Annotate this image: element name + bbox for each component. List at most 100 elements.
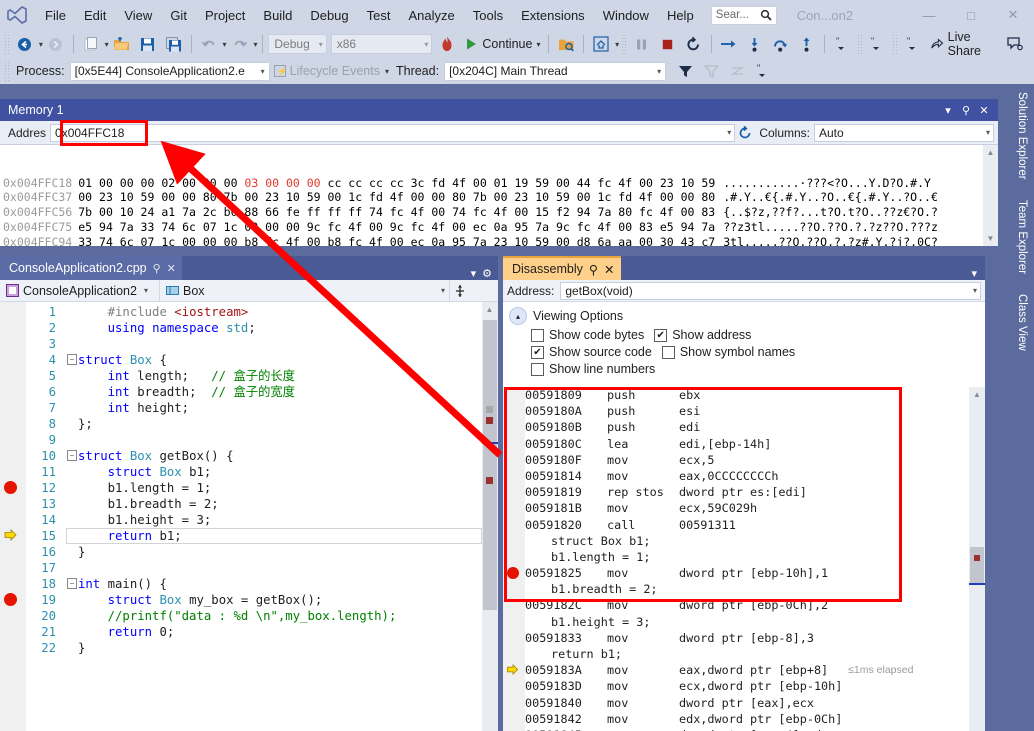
toolbar-grip[interactable] bbox=[621, 34, 627, 54]
memory-columns-dropdown[interactable]: Auto ▾ bbox=[814, 123, 994, 142]
disassembly-source-row[interactable]: b1.breadth = 2; bbox=[525, 581, 969, 597]
code-line[interactable]: 6 int breadth; // 盒子的宽度 bbox=[26, 384, 482, 400]
menu-project[interactable]: Project bbox=[196, 4, 254, 27]
disassembly-tab[interactable]: Disassembly ⚲ ✕ bbox=[503, 256, 621, 280]
memory-row[interactable]: 0x004FFC18 01 00 00 00 02 00 00 00 03 00 … bbox=[3, 176, 998, 191]
save-all-icon[interactable] bbox=[161, 33, 187, 55]
disassembly-instruction-row[interactable]: 00591833 mov dword ptr [ebp-8],3 bbox=[525, 630, 969, 646]
diagnostic-dropdown-icon[interactable]: ▾ bbox=[615, 40, 619, 49]
rail-tab-team-explorer[interactable]: Team Explorer bbox=[1012, 191, 1032, 282]
save-icon[interactable] bbox=[135, 33, 161, 55]
fold-toggle-icon[interactable]: − bbox=[66, 576, 78, 592]
stop-debugging-icon[interactable] bbox=[655, 33, 681, 55]
disassembly-source-row[interactable]: return b1; bbox=[525, 646, 969, 662]
clear-funnel-icon[interactable] bbox=[698, 60, 724, 82]
thread-dropdown[interactable]: [0x204C] Main Thread ▾ bbox=[444, 61, 667, 81]
editor-project-dropdown[interactable]: ConsoleApplication2 ▾ bbox=[0, 279, 160, 302]
no-filter-icon[interactable] bbox=[724, 60, 750, 82]
scroll-up-icon[interactable]: ▲ bbox=[969, 387, 985, 402]
editor-tab-consoleapplication2-cpp[interactable]: ConsoleApplication2.cpp ⚲ ✕ bbox=[0, 256, 182, 280]
scroll-down-icon[interactable]: ▼ bbox=[983, 231, 998, 246]
breakpoint-glyph[interactable] bbox=[4, 593, 17, 606]
disassembly-instruction-row[interactable]: 00591845movdword ptr [eax+4],edx bbox=[525, 727, 969, 731]
menu-file[interactable]: File bbox=[36, 4, 75, 27]
search-input[interactable]: Sear... bbox=[710, 5, 777, 25]
editor-breakpoint-gutter[interactable] bbox=[0, 302, 26, 731]
more-debug-options-icon[interactable]: " bbox=[750, 60, 776, 82]
close-icon[interactable]: ✕ bbox=[167, 262, 176, 275]
disassembly-address-input[interactable]: getBox(void) ▾ bbox=[560, 281, 981, 300]
code-line[interactable]: 16} bbox=[26, 544, 482, 560]
step-into-icon[interactable] bbox=[742, 33, 768, 55]
disassembly-instruction-row[interactable]: 00591809 push ebx bbox=[525, 387, 969, 403]
continue-button[interactable]: Continue ▾ bbox=[460, 33, 544, 55]
menu-tools[interactable]: Tools bbox=[464, 4, 512, 27]
minimize-button[interactable]: — bbox=[908, 0, 950, 30]
disassembly-gutter[interactable] bbox=[503, 387, 525, 731]
navigate-back-icon[interactable] bbox=[12, 33, 38, 55]
lifecycle-events-dropdown[interactable]: ⚡ Lifecycle Events ▾ bbox=[270, 64, 393, 78]
pin-icon[interactable]: ⚲ bbox=[958, 101, 974, 119]
break-all-icon[interactable] bbox=[629, 33, 655, 55]
viewing-options-header[interactable]: ▴ Viewing Options bbox=[503, 307, 985, 325]
toolbar-grip[interactable] bbox=[856, 34, 863, 54]
disassembly-instruction-row[interactable]: 0059180A push esi bbox=[525, 403, 969, 419]
disassembly-instruction-row[interactable]: 0059181B mov ecx,59C029h bbox=[525, 500, 969, 516]
code-line[interactable]: 7 int height; bbox=[26, 400, 482, 416]
code-line[interactable]: 3 bbox=[26, 336, 482, 352]
continue-dropdown-icon[interactable]: ▾ bbox=[536, 40, 540, 49]
restart-icon[interactable] bbox=[681, 33, 707, 55]
fold-toggle-icon[interactable]: − bbox=[66, 448, 78, 464]
code-line[interactable]: 21 return 0; bbox=[26, 624, 482, 640]
menu-view[interactable]: View bbox=[115, 4, 161, 27]
attach-to-process-icon[interactable] bbox=[553, 33, 579, 55]
redo-dropdown-icon[interactable]: ▾ bbox=[254, 40, 258, 49]
open-file-icon[interactable] bbox=[109, 33, 135, 55]
code-line[interactable]: 14 b1.height = 3; bbox=[26, 512, 482, 528]
code-line[interactable]: 9 bbox=[26, 432, 482, 448]
memory-window-dropdown-icon[interactable]: ▾ bbox=[940, 101, 956, 119]
disassembly-instruction-row[interactable]: 0059182C mov dword ptr [ebp-0Ch],2 bbox=[525, 597, 969, 613]
disassembly-instruction-row[interactable]: 0059180F mov ecx,5 bbox=[525, 452, 969, 468]
memory-content[interactable]: 0x004FFC18 01 00 00 00 02 00 00 00 03 00 … bbox=[0, 145, 998, 246]
breakpoint-glyph[interactable] bbox=[4, 481, 17, 494]
split-view-icon[interactable] bbox=[450, 284, 470, 298]
disassembly-content[interactable]: 00591809 push ebx 0059180A push esi 0059180B pu… bbox=[503, 387, 985, 731]
disassembly-instruction-row[interactable]: 00591842 mov edx,dword ptr [ebp-0Ch] bbox=[525, 711, 969, 727]
disassembly-instruction-row[interactable]: 00591825 mov dword ptr [ebp-10h],1 bbox=[525, 565, 969, 581]
checkbox-show-address[interactable]: ✔ bbox=[654, 328, 668, 342]
menu-test[interactable]: Test bbox=[358, 4, 400, 27]
menu-help[interactable]: Help bbox=[658, 4, 703, 27]
disassembly-instruction-row[interactable]: 00591819 rep stos dword ptr es:[edi] bbox=[525, 484, 969, 500]
editor-member-dropdown[interactable]: Box ▾ bbox=[160, 279, 450, 302]
editor-vertical-scrollbar[interactable]: ▲ bbox=[482, 302, 498, 731]
toolbar-grip[interactable] bbox=[4, 61, 11, 81]
code-line[interactable]: 10− struct Box getBox() { bbox=[26, 448, 482, 464]
option-show-code-bytes[interactable]: Show code bytes bbox=[531, 328, 644, 342]
toolbar-grip[interactable] bbox=[892, 34, 899, 54]
step-out-icon[interactable] bbox=[794, 33, 820, 55]
pin-icon[interactable]: ⚲ bbox=[153, 262, 161, 275]
close-button[interactable]: ✕ bbox=[992, 0, 1034, 30]
code-line[interactable]: 12 b1.length = 1; bbox=[26, 480, 482, 496]
disassembly-instruction-row[interactable]: 0059180C lea edi,[ebp-14h] bbox=[525, 436, 969, 452]
live-share-button[interactable]: Live Share bbox=[926, 30, 1002, 58]
code-line[interactable]: 11 struct Box b1; bbox=[26, 464, 482, 480]
solution-configuration-dropdown[interactable]: Debug ▾ bbox=[268, 34, 327, 54]
checkbox-show-line-numbers[interactable] bbox=[531, 362, 544, 376]
checkbox-show-symbol-names[interactable] bbox=[661, 345, 675, 359]
option-show-source-code[interactable]: ✔ Show source code bbox=[531, 345, 652, 359]
pin-icon[interactable]: ⚲ bbox=[589, 262, 598, 277]
disassembly-source-row[interactable]: struct Box b1; bbox=[525, 533, 969, 549]
disassembly-instruction-row[interactable]: 00591820 call 00591311 bbox=[525, 517, 969, 533]
menu-git[interactable]: Git bbox=[161, 4, 196, 27]
rail-tab-class-view[interactable]: Class View bbox=[1012, 285, 1032, 359]
checkbox-show-source-code[interactable]: ✔ bbox=[531, 345, 544, 359]
code-line[interactable]: 2 using namespace std; bbox=[26, 320, 482, 336]
new-project-icon[interactable] bbox=[78, 33, 104, 55]
code-line[interactable]: 15 return b1; bbox=[26, 528, 482, 544]
fold-toggle-icon[interactable]: − bbox=[66, 352, 78, 368]
code-line[interactable]: 13 b1.breadth = 2; bbox=[26, 496, 482, 512]
disassembly-scrollbar[interactable]: ▲ bbox=[969, 387, 985, 731]
code-line[interactable]: 17 bbox=[26, 560, 482, 576]
